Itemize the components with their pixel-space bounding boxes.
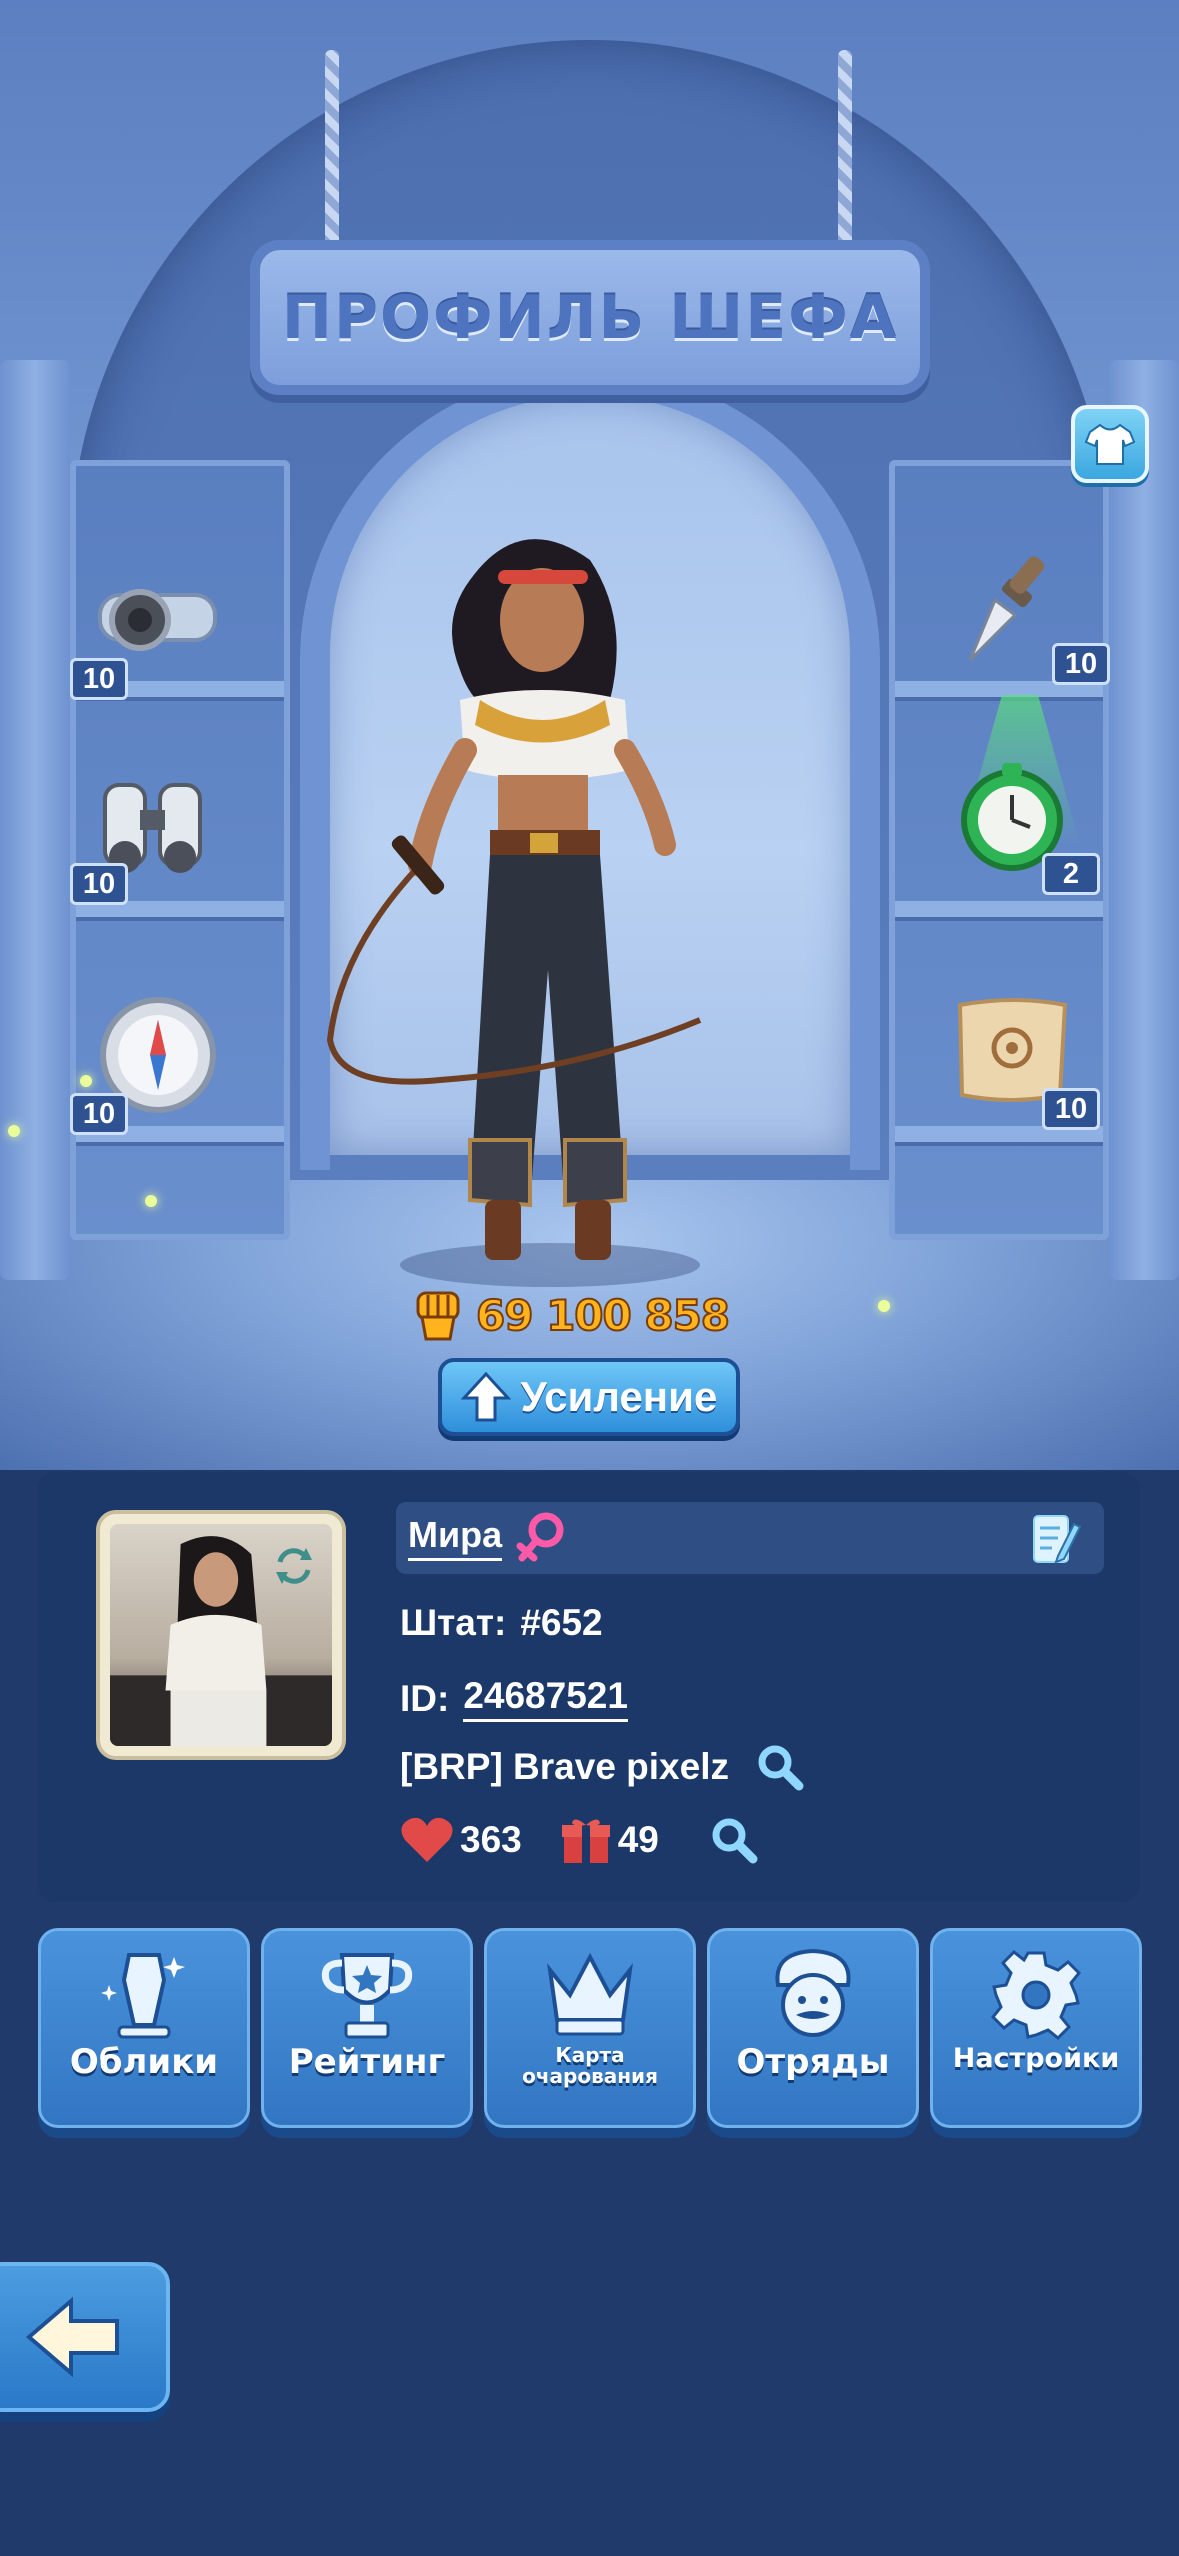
gear-icon: [990, 1949, 1082, 2041]
clan-name: [BRP] Brave pixelz: [400, 1746, 729, 1787]
item-slot[interactable]: 10: [70, 995, 220, 1135]
settings-button[interactable]: Настройки: [930, 1928, 1142, 2128]
menu-label: Рейтинг: [288, 2042, 446, 2082]
state-row: Штат: #652: [400, 1602, 603, 1644]
chef-face-icon: [775, 1948, 851, 2037]
edit-name-icon[interactable]: [1028, 1512, 1082, 1566]
profile-scene: ПРОФИЛЬ ШЕФА 10 10 10 10 2 10 69 100 858…: [0, 0, 1179, 1470]
squads-button[interactable]: Отряды: [707, 1928, 919, 2128]
power-value: 69 100 858: [475, 1290, 731, 1341]
shirt-icon: [1085, 423, 1135, 465]
profile-panel: Мира Штат: #652 ID: 24687521 [BRP] Brave…: [38, 1472, 1140, 1902]
item-slot[interactable]: 10: [950, 990, 1100, 1130]
item-slot[interactable]: 10: [70, 560, 220, 700]
player-name: Мира: [408, 1514, 503, 1561]
female-icon: [516, 1512, 564, 1562]
item-slot[interactable]: 10: [960, 545, 1110, 685]
search-icon[interactable]: [755, 1742, 805, 1792]
avatar-frame[interactable]: [96, 1510, 346, 1760]
left-pillar: [0, 360, 70, 1280]
state-label: Штат:: [400, 1602, 507, 1643]
fist-icon: [416, 1291, 460, 1341]
menu-label: Отряды: [736, 2042, 890, 2082]
back-button[interactable]: [0, 2262, 170, 2412]
costume-stand-icon: [101, 1953, 185, 2039]
right-pillar: [1109, 360, 1179, 1280]
charm-map-button[interactable]: Карта очарования: [484, 1928, 696, 2128]
crown-icon: [547, 1952, 633, 2036]
gift-icon: [561, 1819, 610, 1863]
item-count: 2: [1042, 853, 1100, 895]
rating-button[interactable]: Рейтинг: [261, 1928, 473, 2128]
clan-row: [BRP] Brave pixelz: [400, 1742, 805, 1792]
outfit-button[interactable]: [1071, 405, 1149, 483]
page-title: ПРОФИЛЬ ШЕФА: [281, 282, 899, 353]
player-id[interactable]: 24687521: [463, 1675, 628, 1722]
menu-label: Карта очарования: [522, 2043, 658, 2088]
arrow-up-icon: [460, 1371, 511, 1422]
name-bar: Мира: [396, 1502, 1104, 1574]
boost-button[interactable]: Усиление: [438, 1358, 740, 1436]
power-display: 69 100 858: [410, 1285, 731, 1345]
avatar: [110, 1524, 332, 1746]
state-value: #652: [520, 1602, 603, 1643]
gifts-count: 49: [617, 1819, 659, 1860]
search-icon[interactable]: [709, 1815, 759, 1865]
item-count: 10: [70, 1093, 128, 1135]
trophy-icon: [321, 1953, 413, 2039]
item-count: 10: [70, 863, 128, 905]
item-slot[interactable]: 2: [950, 695, 1100, 895]
profile-menu: Облики Рейтинг Карта очарования Отряды Н…: [38, 1928, 1142, 2128]
menu-label: Облики: [69, 2042, 219, 2082]
stats-row: 363 49: [400, 1815, 759, 1865]
heart-icon: [401, 1817, 453, 1862]
id-row: ID: 24687521: [400, 1675, 628, 1722]
change-avatar-icon[interactable]: [272, 1544, 316, 1588]
likes-count: 363: [460, 1819, 522, 1860]
chef-character: [326, 539, 702, 1287]
item-count: 10: [1052, 643, 1110, 685]
boost-label: Усиление: [520, 1373, 718, 1420]
item-count: 10: [1042, 1088, 1100, 1130]
header-sign: ПРОФИЛЬ ШЕФА: [250, 240, 930, 395]
item-count: 10: [70, 658, 128, 700]
id-label: ID:: [400, 1677, 450, 1719]
menu-label: Настройки: [952, 2043, 1120, 2074]
skins-button[interactable]: Облики: [38, 1928, 250, 2128]
arrow-left-icon: [25, 2297, 119, 2377]
item-slot[interactable]: 10: [70, 765, 220, 905]
